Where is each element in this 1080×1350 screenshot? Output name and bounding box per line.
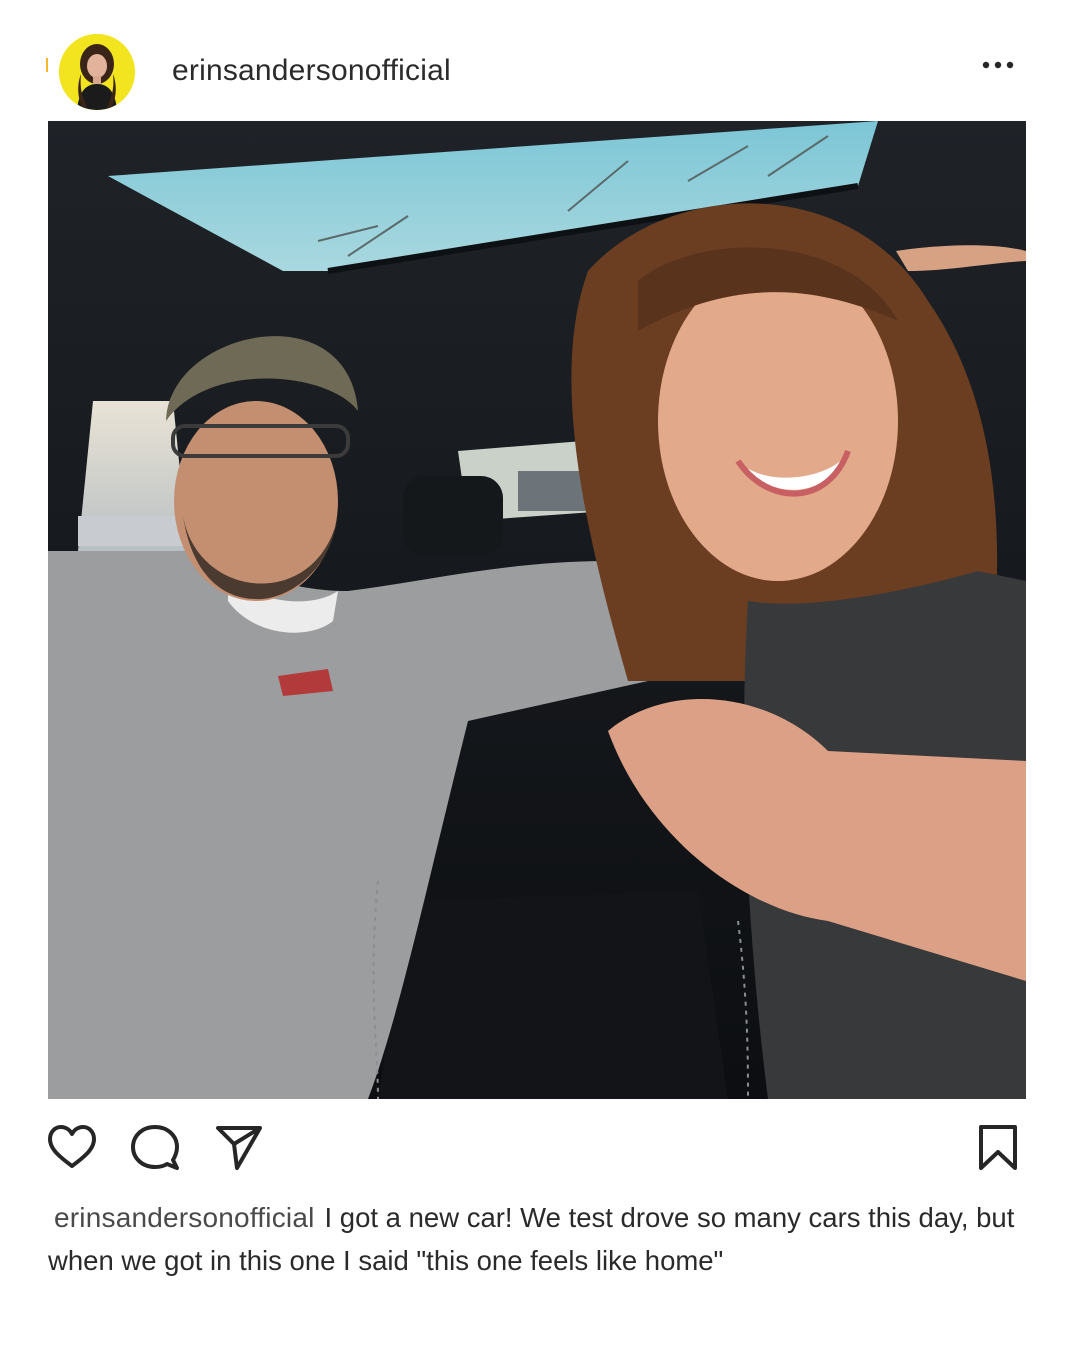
caption-username[interactable]: erinsandersonofficial: [54, 1202, 315, 1233]
save-button[interactable]: [975, 1124, 1025, 1174]
comment-bubble-icon: [131, 1125, 179, 1170]
post-username[interactable]: erinsandersonofficial: [172, 54, 451, 88]
avatar[interactable]: [59, 34, 135, 110]
share-button[interactable]: [214, 1124, 264, 1174]
post-header: erinsandersonofficial: [0, 0, 1080, 120]
photo-illustration: [48, 121, 1026, 1099]
bookmark-icon: [979, 1125, 1017, 1170]
like-button[interactable]: [47, 1124, 97, 1174]
more-options-button[interactable]: [976, 52, 1020, 78]
story-indicator: [46, 58, 48, 72]
more-horizontal-icon: [982, 61, 1014, 69]
avatar-image: [59, 34, 135, 110]
action-bar: [0, 1115, 1080, 1175]
post-caption: erinsandersonofficial I got a new car! We…: [48, 1196, 1028, 1282]
send-arrow-icon: [216, 1126, 262, 1170]
post-photo[interactable]: [48, 121, 1026, 1099]
comment-button[interactable]: [130, 1124, 180, 1174]
heart-icon: [48, 1125, 96, 1168]
